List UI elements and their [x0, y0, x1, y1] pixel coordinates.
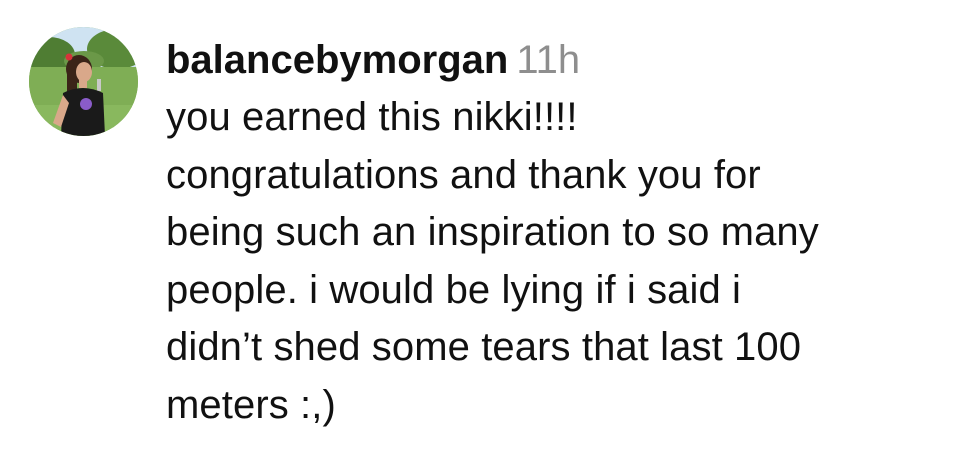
username-link[interactable]: balancebymorgan: [166, 38, 508, 82]
comment: balancebymorgan 11h you earned this nikki…: [0, 0, 980, 467]
avatar[interactable]: [29, 27, 138, 136]
comment-body: balancebymorgan 11h you earned this nikki…: [166, 31, 966, 434]
comment-header: balancebymorgan 11h: [166, 31, 966, 89]
comment-timestamp[interactable]: 11h: [516, 38, 580, 82]
comment-text: you earned this nikki!!!! congratulation…: [166, 95, 819, 427]
avatar-image: [29, 27, 138, 136]
